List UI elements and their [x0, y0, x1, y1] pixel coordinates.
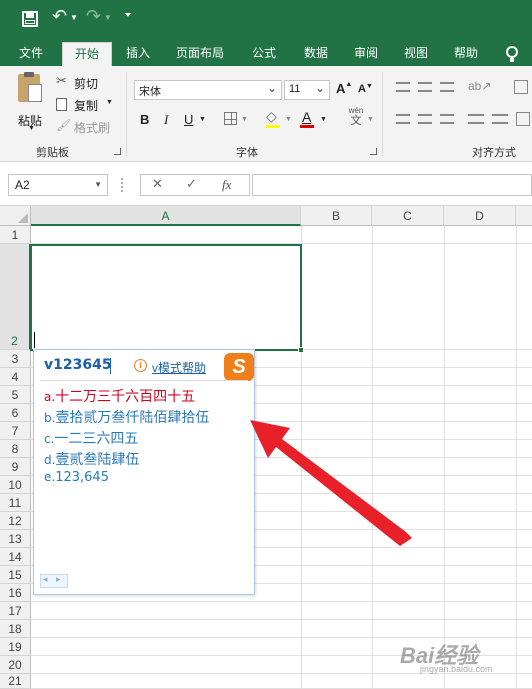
watermark: Bai经验 jingyan.baidu.com	[400, 638, 493, 674]
excel-window: ↶ ▼ ↷ ▼ ⏷ 文件 开始 插入 页面布局 公式 数据 审阅 视图 帮助 粘…	[0, 0, 532, 689]
arrow-shape	[250, 420, 412, 546]
watermark-sub: jingyan.baidu.com	[420, 664, 493, 674]
annotation-arrow	[250, 420, 412, 546]
